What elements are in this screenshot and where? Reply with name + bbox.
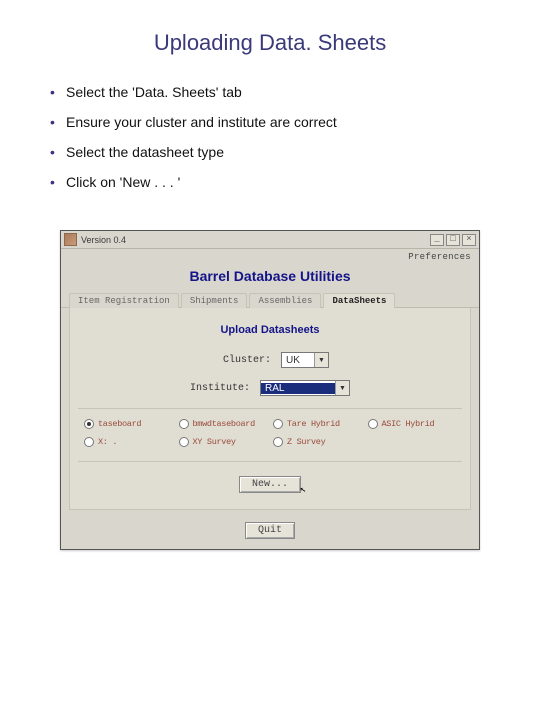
bullet-item: Select the datasheet type [50,144,490,160]
bullet-item: Ensure your cluster and institute are co… [50,114,490,130]
radio-label: XY Survey [193,437,236,447]
datasheets-panel: Upload Datasheets Cluster: UK ▼ Institut… [69,308,471,510]
institute-select[interactable]: RAL ▼ [260,380,350,396]
app-title: Barrel Database Utilities [61,262,479,292]
new-button-label: New... [252,479,288,490]
radio-label: bmwdtaseboard [193,419,255,429]
radio-dot-icon [368,419,378,429]
tab-shipments[interactable]: Shipments [181,293,248,308]
page-title: Uploading Data. Sheets [50,30,490,56]
close-button[interactable]: × [462,234,476,246]
radio-dot-icon [84,437,94,447]
radio-tare-hybrid[interactable]: Tare Hybrid [273,419,362,429]
tab-assemblies[interactable]: Assemblies [249,293,321,308]
cursor-icon: ↖ [299,484,307,497]
institute-value: RAL [261,383,335,394]
maximize-button[interactable]: □ [446,234,460,246]
institute-label: Institute: [190,383,250,394]
radio-xy-survey[interactable]: XY Survey [179,437,268,447]
chevron-down-icon: ▼ [335,381,349,395]
cluster-select[interactable]: UK ▼ [281,352,329,368]
radio-x[interactable]: X: . [84,437,173,447]
radio-dot-icon [179,419,189,429]
radio-dot-icon [84,419,94,429]
tab-item-registration[interactable]: Item Registration [69,293,179,308]
cluster-label: Cluster: [211,355,271,366]
minimize-button[interactable]: _ [430,234,444,246]
radio-label: X: . [98,437,117,447]
tab-bar: Item Registration Shipments Assemblies D… [61,292,479,308]
radio-dot-icon [179,437,189,447]
datasheet-type-group: taseboard bmwdtaseboard Tare Hybrid ASIC… [78,408,462,462]
preferences-link[interactable]: Preferences [61,249,479,262]
quit-button[interactable]: Quit [245,522,295,539]
tab-datasheets[interactable]: DataSheets [323,293,395,308]
radio-label: Z Survey [287,437,325,447]
radio-taseboard[interactable]: taseboard [84,419,173,429]
new-button[interactable]: New... ↖ [239,476,301,493]
radio-dot-icon [273,419,283,429]
window-titlebar: Version 0.4 _ □ × [61,231,479,249]
bullet-item: Select the 'Data. Sheets' tab [50,84,490,100]
window-title: Version 0.4 [81,235,126,245]
radio-asic-hybrid[interactable]: ASIC Hybrid [368,419,457,429]
radio-bmwdtaseboard[interactable]: bmwdtaseboard [179,419,268,429]
section-title: Upload Datasheets [78,324,462,336]
radio-z-survey[interactable]: Z Survey [273,437,362,447]
chevron-down-icon: ▼ [314,353,328,367]
radio-label: Tare Hybrid [287,419,340,429]
radio-label: ASIC Hybrid [382,419,435,429]
app-window: Version 0.4 _ □ × Preferences Barrel Dat… [60,230,480,550]
bullet-list: Select the 'Data. Sheets' tab Ensure you… [50,84,490,190]
cluster-value: UK [282,355,314,366]
radio-dot-icon [273,437,283,447]
radio-label: taseboard [98,419,141,429]
system-icon [64,233,77,246]
bullet-item: Click on 'New . . . ' [50,174,490,190]
